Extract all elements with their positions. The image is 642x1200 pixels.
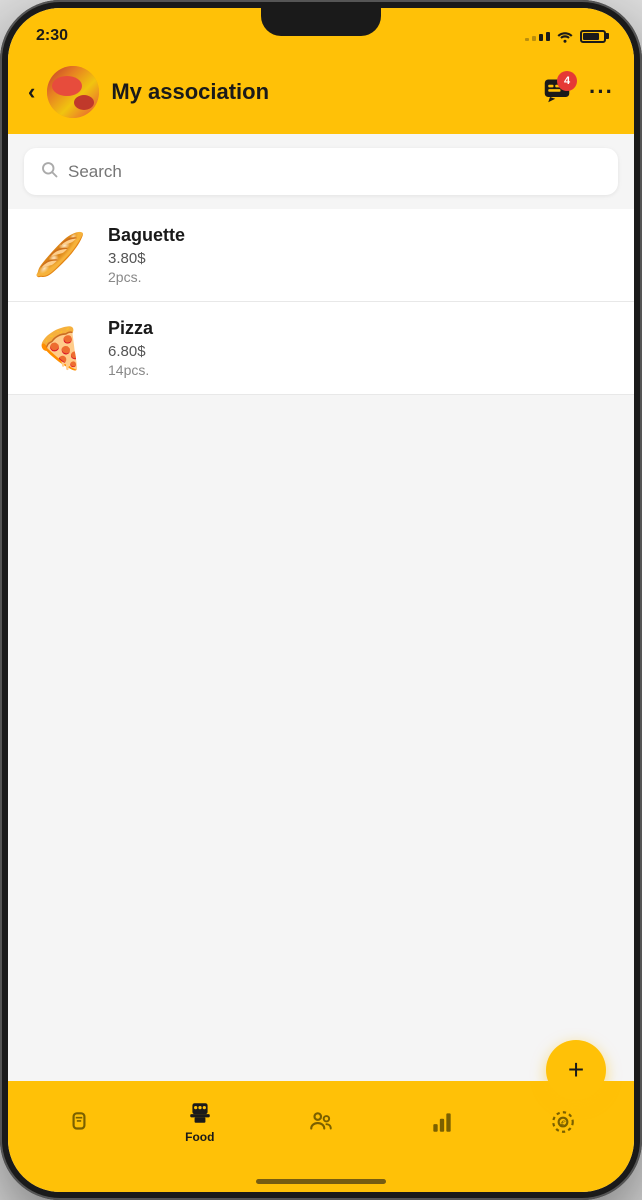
- avatar: [47, 66, 99, 118]
- back-button[interactable]: ‹: [28, 79, 35, 105]
- home-indicator: [8, 1171, 634, 1192]
- header: ‹ My association 4 ···: [8, 56, 634, 134]
- item-name: Pizza: [108, 318, 614, 339]
- nav-item-members[interactable]: [260, 1109, 381, 1135]
- add-button[interactable]: +: [546, 1040, 606, 1100]
- screen: 2:30 ‹ My association: [8, 8, 634, 1192]
- bottom-nav: Food: [8, 1081, 634, 1171]
- drinks-icon: [66, 1109, 92, 1135]
- svg-text:€: €: [561, 1118, 566, 1128]
- nav-label-food: Food: [185, 1130, 214, 1144]
- nav-item-settings[interactable]: €: [503, 1109, 624, 1135]
- food-icon: [187, 1100, 213, 1126]
- status-icons: [525, 29, 606, 43]
- page-title: My association: [111, 79, 531, 105]
- stats-icon: [429, 1109, 455, 1135]
- phone-frame: 2:30 ‹ My association: [0, 0, 642, 1200]
- search-bar: [24, 148, 618, 195]
- item-image-pizza: 🍕: [28, 324, 92, 372]
- header-actions: 4 ···: [543, 77, 614, 108]
- items-list: 🥖 Baguette 3.80$ 2pcs. 🍕 Pizza 6.80$ 14p…: [8, 209, 634, 395]
- item-qty: 2pcs.: [108, 269, 614, 285]
- nav-item-stats[interactable]: [382, 1109, 503, 1135]
- list-item[interactable]: 🥖 Baguette 3.80$ 2pcs.: [8, 209, 634, 302]
- home-bar: [256, 1179, 386, 1184]
- item-info-baguette: Baguette 3.80$ 2pcs.: [108, 225, 614, 285]
- item-qty: 14pcs.: [108, 362, 614, 378]
- item-price: 3.80$: [108, 250, 614, 267]
- list-item[interactable]: 🍕 Pizza 6.80$ 14pcs.: [8, 302, 634, 395]
- item-info-pizza: Pizza 6.80$ 14pcs.: [108, 318, 614, 378]
- battery-icon: [580, 30, 606, 43]
- nav-item-drinks[interactable]: [18, 1109, 139, 1135]
- notch: [261, 8, 381, 36]
- item-price: 6.80$: [108, 343, 614, 360]
- members-icon: [308, 1109, 334, 1135]
- wifi-icon: [556, 29, 574, 43]
- item-name: Baguette: [108, 225, 614, 246]
- notification-button[interactable]: 4: [543, 77, 571, 108]
- search-input[interactable]: [68, 162, 602, 182]
- content: 🥖 Baguette 3.80$ 2pcs. 🍕 Pizza 6.80$ 14p…: [8, 134, 634, 1081]
- status-time: 2:30: [36, 27, 68, 45]
- search-container: [8, 134, 634, 209]
- search-icon: [40, 160, 58, 183]
- signal-icon: [525, 32, 550, 41]
- more-button[interactable]: ···: [589, 79, 614, 105]
- notification-badge: 4: [557, 71, 577, 91]
- nav-item-food[interactable]: Food: [139, 1100, 260, 1144]
- item-image-baguette: 🥖: [28, 231, 92, 279]
- settings-icon: €: [550, 1109, 576, 1135]
